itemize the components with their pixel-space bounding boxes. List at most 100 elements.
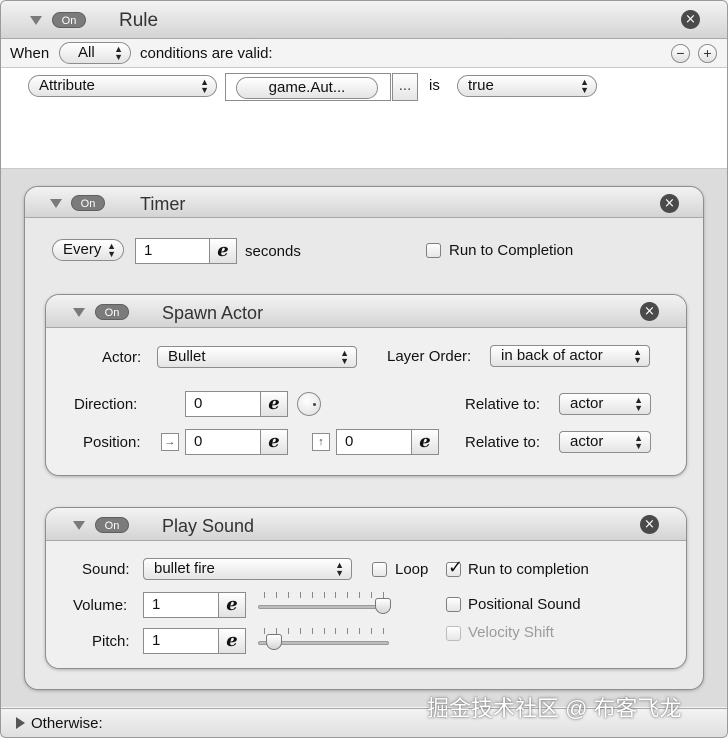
chevron-updown-icon: ▲ ▼: [580, 77, 589, 95]
sound-on-toggle[interactable]: On: [95, 517, 129, 533]
volume-input[interactable]: 1: [143, 592, 219, 618]
chevron-updown-icon: ▲ ▼: [107, 241, 116, 259]
expand-triangle-icon[interactable]: [16, 717, 25, 729]
slider-tick: [311, 592, 313, 598]
timer-on-toggle[interactable]: On: [71, 195, 105, 211]
expression-editor-icon[interactable]: e: [218, 592, 246, 618]
operator-label: is: [429, 77, 440, 94]
direction-relative-select[interactable]: actor ▲ ▼: [559, 393, 651, 415]
position-y-input[interactable]: 0: [336, 429, 412, 455]
timer-mode-value: Every: [63, 241, 102, 258]
close-icon[interactable]: ×: [660, 194, 679, 213]
pitch-slider[interactable]: [256, 622, 391, 652]
collapse-triangle-icon[interactable]: [30, 16, 42, 25]
when-select[interactable]: All ▲ ▼: [59, 42, 131, 64]
slider-tick: [359, 628, 361, 634]
slider-tick: [335, 628, 337, 634]
chevron-updown-icon: ▲ ▼: [114, 44, 123, 62]
spawn-actor-header: On Spawn Actor ×: [46, 295, 686, 328]
layer-order-label: Layer Order:: [387, 348, 472, 365]
slider-tick: [287, 628, 289, 634]
spawn-actor-panel: On Spawn Actor × Actor: Bullet ▲ ▼ Layer …: [45, 294, 687, 476]
attribute-token[interactable]: game.Aut...: [236, 77, 378, 99]
actor-select[interactable]: Bullet ▲ ▼: [157, 346, 357, 368]
actor-value: Bullet: [168, 348, 206, 365]
position-relative-value: actor: [570, 433, 604, 450]
slider-tick: [371, 592, 373, 598]
layer-order-select[interactable]: in back of actor ▲ ▼: [490, 345, 650, 367]
relative-to-label: Relative to:: [465, 434, 541, 451]
positional-sound-checkbox[interactable]: [446, 597, 461, 612]
slider-tick: [359, 592, 361, 598]
expression-editor-icon[interactable]: e: [209, 238, 237, 264]
slider-tick: [347, 592, 349, 598]
spawn-actor-title: Spawn Actor: [162, 303, 264, 323]
browse-attribute-button[interactable]: ...: [392, 73, 418, 101]
slider-knob[interactable]: [265, 634, 282, 650]
sound-select[interactable]: bullet fire ▲ ▼: [143, 558, 352, 580]
collapse-triangle-icon[interactable]: [73, 308, 85, 317]
spawn-on-toggle[interactable]: On: [95, 304, 129, 320]
slider-tick: [383, 628, 384, 634]
loop-checkbox[interactable]: [372, 562, 387, 577]
attribute-field: game.Aut...: [225, 73, 391, 101]
direction-dial-icon[interactable]: [297, 392, 321, 416]
expression-editor-icon[interactable]: e: [411, 429, 439, 455]
conditions-label: conditions are valid:: [140, 45, 273, 62]
position-x-input[interactable]: 0: [185, 429, 261, 455]
chevron-updown-icon: ▲ ▼: [335, 560, 344, 578]
slider-tick: [371, 628, 373, 634]
chevron-updown-icon: ▲ ▼: [340, 348, 349, 366]
timer-title: Timer: [140, 194, 186, 214]
slider-tick: [323, 592, 325, 598]
slider-knob[interactable]: [375, 598, 391, 614]
close-icon[interactable]: ×: [681, 10, 700, 29]
rule-panel: On Rule × When All ▲ ▼ conditions are val…: [0, 0, 728, 738]
loop-label: Loop: [395, 561, 429, 578]
positional-sound-label: Positional Sound: [468, 596, 581, 613]
relative-to-label: Relative to:: [465, 396, 541, 413]
run-to-completion-checkbox[interactable]: [446, 557, 463, 578]
slider-tick: [311, 628, 313, 634]
direction-input[interactable]: 0: [185, 391, 261, 417]
expression-editor-icon[interactable]: e: [260, 429, 288, 455]
expression-editor-icon[interactable]: e: [260, 391, 288, 417]
rule-on-toggle[interactable]: On: [52, 12, 86, 28]
expression-editor-icon[interactable]: e: [218, 628, 246, 654]
timer-header: On Timer ×: [25, 187, 703, 218]
run-to-completion-checkbox[interactable]: [426, 243, 441, 258]
sound-value: bullet fire: [154, 560, 215, 577]
slider-tick: [264, 592, 265, 598]
condition-type-select[interactable]: Attribute ▲ ▼: [28, 75, 217, 97]
timer-mode-select[interactable]: Every ▲ ▼: [52, 239, 124, 261]
watermark-text: 掘金技术社区 @ 布客飞龙: [427, 696, 682, 721]
slider-tick: [275, 592, 277, 598]
volume-slider[interactable]: [256, 586, 391, 616]
y-axis-icon: ↑: [312, 433, 330, 451]
slider-tick: [287, 592, 289, 598]
timer-panel: On Timer × Every ▲ ▼ 1 e seconds Run to C…: [24, 186, 704, 690]
seconds-label: seconds: [245, 243, 301, 260]
otherwise-label: Otherwise:: [31, 715, 103, 732]
direction-label: Direction:: [74, 396, 138, 413]
collapse-triangle-icon[interactable]: [73, 521, 85, 530]
add-condition-button[interactable]: +: [698, 44, 717, 63]
direction-relative-value: actor: [570, 395, 604, 412]
pitch-input[interactable]: 1: [143, 628, 219, 654]
chevron-updown-icon: ▲ ▼: [634, 433, 643, 451]
velocity-shift-label: Velocity Shift: [468, 624, 554, 641]
timer-seconds-input[interactable]: 1: [135, 238, 210, 264]
remove-condition-button[interactable]: −: [671, 44, 690, 63]
collapse-triangle-icon[interactable]: [50, 199, 62, 208]
compare-value-select[interactable]: true ▲ ▼: [457, 75, 597, 97]
close-icon[interactable]: ×: [640, 515, 659, 534]
rule-title: Rule: [119, 10, 159, 31]
play-sound-title: Play Sound: [162, 516, 255, 536]
position-relative-select[interactable]: actor ▲ ▼: [559, 431, 651, 453]
close-icon[interactable]: ×: [640, 302, 659, 321]
slider-tick: [299, 628, 301, 634]
slider-tick: [264, 628, 265, 634]
compare-value: true: [468, 77, 494, 94]
slider-track[interactable]: [258, 605, 389, 609]
when-label: When: [10, 45, 50, 62]
